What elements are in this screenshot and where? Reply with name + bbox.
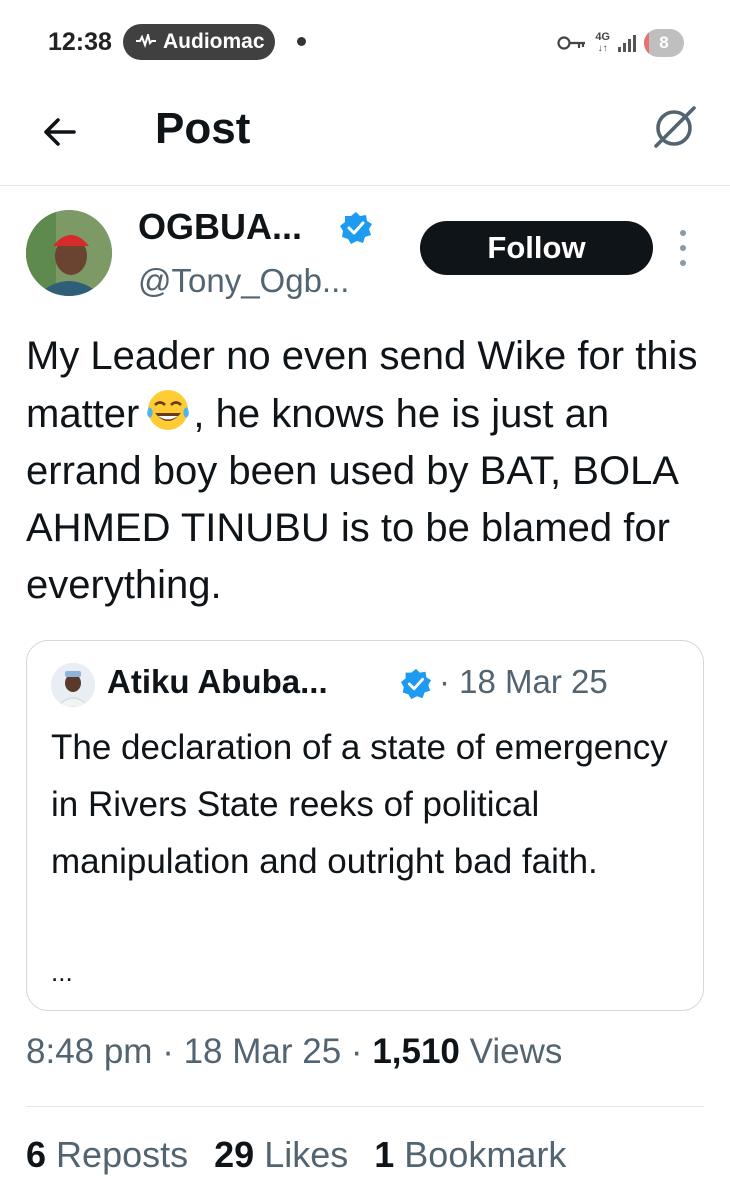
network-type: 4G ↓↑ bbox=[595, 31, 610, 55]
notification-dot-icon bbox=[297, 37, 306, 46]
battery-icon: 8 bbox=[644, 29, 684, 57]
status-time: 12:38 bbox=[48, 28, 112, 56]
engagement-stats: 6 Reposts 29 Likes 1 Bookmark bbox=[26, 1134, 566, 1176]
verified-badge-icon bbox=[338, 210, 374, 246]
status-bar: 12:38 Audiomac 4G ↓↑ 8 bbox=[0, 0, 730, 86]
quoted-post-date: · 18 Mar 25 bbox=[439, 663, 608, 700]
quoted-post-text: The declaration of a state of emergency … bbox=[51, 728, 668, 881]
author-name[interactable]: OGBUA... bbox=[138, 206, 302, 248]
quoted-post-card[interactable]: Atiku Abuba... · 18 Mar 25 The declarati… bbox=[26, 640, 704, 1011]
post-date: 18 Mar 25 bbox=[183, 1032, 342, 1071]
audio-wave-icon bbox=[135, 30, 157, 51]
views-count: 1,510 bbox=[372, 1032, 460, 1071]
signal-strength-icon bbox=[618, 34, 636, 52]
bookmarks-stat[interactable]: 1 Bookmark bbox=[374, 1134, 566, 1176]
post-text: My Leader no even send Wike for this mat… bbox=[26, 328, 716, 614]
views-label: Views bbox=[469, 1032, 563, 1071]
more-options-icon[interactable] bbox=[676, 230, 690, 266]
divider bbox=[26, 1106, 704, 1107]
likes-stat[interactable]: 29 Likes bbox=[214, 1134, 348, 1176]
grok-icon[interactable] bbox=[646, 98, 702, 154]
media-notification-pill[interactable]: Audiomac bbox=[123, 24, 275, 60]
laughing-tears-emoji-icon bbox=[143, 385, 193, 435]
verified-badge-icon bbox=[399, 667, 433, 701]
follow-button[interactable]: Follow bbox=[420, 221, 653, 275]
quoted-post-ellipsis: ... bbox=[51, 957, 73, 987]
post-time: 8:48 pm bbox=[26, 1032, 153, 1071]
reposts-stat[interactable]: 6 Reposts bbox=[26, 1134, 188, 1176]
back-arrow-icon[interactable] bbox=[38, 110, 82, 154]
battery-level: 8 bbox=[659, 33, 669, 52]
quoted-author-avatar bbox=[51, 663, 95, 707]
page-title: Post bbox=[155, 104, 251, 153]
post-header: Post bbox=[0, 90, 730, 186]
quoted-author-name: Atiku Abuba... bbox=[107, 663, 328, 700]
post-meta: 8:48 pm · 18 Mar 25 · 1,510 Views bbox=[26, 1032, 563, 1071]
author-avatar[interactable] bbox=[26, 210, 112, 296]
author-handle[interactable]: @Tony_Ogb... bbox=[138, 262, 349, 300]
media-app-name: Audiomac bbox=[163, 30, 265, 53]
key-icon bbox=[557, 35, 587, 51]
